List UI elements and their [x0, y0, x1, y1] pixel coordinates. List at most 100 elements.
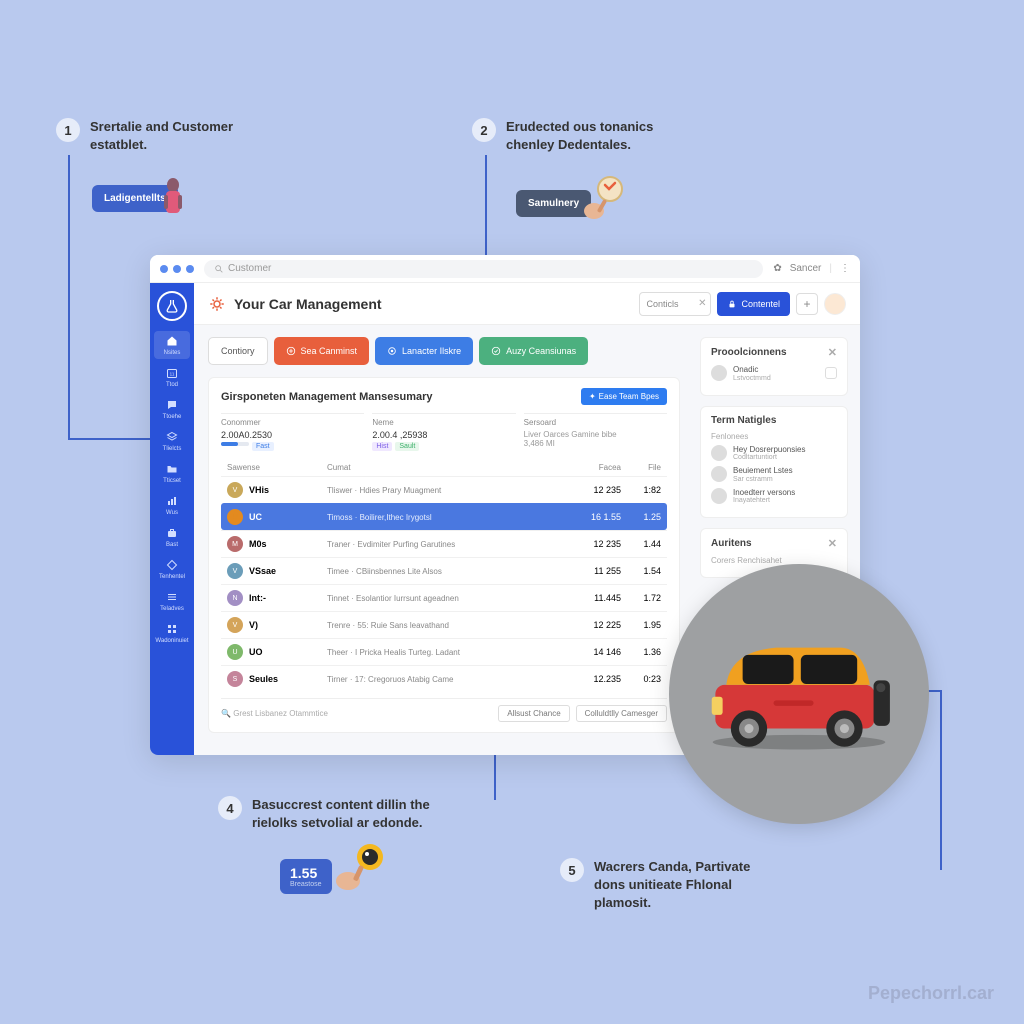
- row-desc: Tinnet · Esolantior Iurrsunt ageadnen: [327, 594, 571, 603]
- panel-title: Girsponeten Management Mansesumary: [221, 391, 433, 403]
- check-circle-icon: [491, 346, 501, 356]
- close-icon[interactable]: ✕: [828, 346, 837, 359]
- sidebar-item[interactable]: Tticset: [154, 459, 190, 487]
- svg-text:11: 11: [170, 372, 175, 377]
- filter-col[interactable]: Neme 2.00.4 ,25938 HistSault: [372, 413, 515, 451]
- grid-icon: [165, 622, 179, 636]
- list-item[interactable]: Inoedterr versonsInayatehtert: [711, 488, 837, 505]
- settings-label[interactable]: Sancer: [790, 263, 822, 274]
- action-button[interactable]: Lanacter Ilskre: [375, 337, 473, 365]
- callout-5: 5 Wacrers Canda, Partivate dons unitieat…: [560, 858, 774, 913]
- table-row[interactable]: U UO Theer · I Pricka Healis Turteg. Lad…: [221, 638, 667, 665]
- action-row: Contiory Sea Canminst Lanacter Ilskre Au…: [208, 337, 680, 365]
- callout-1: 1 Srertalie and Customer estatblet.: [56, 118, 270, 154]
- add-button[interactable]: +: [796, 293, 818, 315]
- row-desc: Tirner · 17: Cregoruos Atabig Came: [327, 675, 571, 684]
- callout-text: Erudected ous tonanics chenley Dedentale…: [506, 118, 686, 154]
- card-title: Term Natigles: [711, 415, 776, 426]
- callout-text: Srertalie and Customer estatblet.: [90, 118, 270, 154]
- callout-num: 5: [560, 858, 584, 882]
- card-title: Prooolcionnens: [711, 347, 787, 358]
- sidebar-item[interactable]: Ttoehe: [154, 395, 190, 423]
- close-icon[interactable]: ✕: [828, 537, 837, 550]
- sidebar-item[interactable]: Nsites: [154, 331, 190, 359]
- person-illustration-1: [156, 175, 190, 223]
- watermark: Pepechorrl.car: [868, 983, 994, 1004]
- row-name: UC: [249, 512, 327, 522]
- row-name: Seules: [249, 674, 327, 684]
- table-row[interactable]: M M0s Traner · Evdimiter Purfing Garutin…: [221, 530, 667, 557]
- home-icon: [165, 334, 179, 348]
- footer-button[interactable]: Allsust Chance: [498, 705, 569, 722]
- sidebar-item[interactable]: Teladves: [154, 587, 190, 615]
- table-row[interactable]: V VHis Tliswer · Hdies Prary Muagment 12…: [221, 476, 667, 503]
- lock-icon[interactable]: [825, 367, 837, 379]
- footer-search[interactable]: 🔍 Grest Lisbanez Otammtice: [221, 709, 328, 718]
- sidebar-item[interactable]: Wus: [154, 491, 190, 519]
- filter-row: Conommer 2.00A0.2530 Fast Neme 2.00.4 ,2…: [221, 413, 667, 451]
- table-row[interactable]: U UC Timoss · Boilirer,Ithec Irygotsl 16…: [221, 503, 667, 530]
- primary-button[interactable]: Contentel: [717, 292, 790, 316]
- action-button[interactable]: Auzy Ceansiunas: [479, 337, 588, 365]
- action-button[interactable]: Contiory: [208, 337, 268, 365]
- callout-text: Basuccrest content dillin the rielolks s…: [252, 796, 432, 832]
- row-desc: Traner · Evdimiter Purfing Garutines: [327, 540, 571, 549]
- row-desc: Timoss · Boilirer,Ithec Irygotsl: [327, 513, 571, 522]
- callout-num: 2: [472, 118, 496, 142]
- avatar: [711, 488, 727, 504]
- row-value: 11.445: [571, 593, 621, 603]
- clear-icon[interactable]: ✕: [698, 298, 706, 309]
- chart-icon: [165, 494, 179, 508]
- sidebar-item[interactable]: 11Ttod: [154, 363, 190, 391]
- row-desc: Timee · CBiinsbennes Lite Alsos: [327, 567, 571, 576]
- avatar: [711, 445, 727, 461]
- table-row[interactable]: N Int:- Tinnet · Esolantior Iurrsunt age…: [221, 584, 667, 611]
- sidebar-logo[interactable]: [157, 291, 187, 321]
- callout-4: 4 Basuccrest content dillin the rielolks…: [218, 796, 432, 832]
- list-item[interactable]: Hey DosrerpuonsiesCodltartuntiort: [711, 445, 837, 462]
- row-value: 12.235: [571, 674, 621, 684]
- sidebar-item[interactable]: Bast: [154, 523, 190, 551]
- row-value: 1.95: [621, 620, 661, 630]
- list-item[interactable]: Beuiement LstesSar cstramm: [711, 466, 837, 483]
- sidebar: Nsites 11Ttod Ttoehe Tlielcts Tticset Wu…: [150, 283, 194, 755]
- row-avatar: S: [227, 671, 243, 687]
- footer-button[interactable]: Colluldtlly Camesger: [576, 705, 667, 722]
- app-header: Your Car Management Conticls✕ Contentel …: [194, 283, 860, 325]
- row-value: 1.44: [621, 539, 661, 549]
- filter-col[interactable]: Conommer 2.00A0.2530 Fast: [221, 413, 364, 451]
- data-table: Sawense Cumat Facea File V VHis Tliswer …: [221, 459, 667, 692]
- hand-magnify-illustration: [580, 175, 628, 223]
- row-value: 1.36: [621, 647, 661, 657]
- lock-icon: [727, 299, 737, 309]
- action-button[interactable]: Sea Canminst: [274, 337, 370, 365]
- avatar[interactable]: [824, 293, 846, 315]
- row-desc: Trenre · 55: Ruie Sans leavathand: [327, 621, 571, 630]
- card-title: Auritens: [711, 538, 752, 549]
- traffic-lights[interactable]: [160, 265, 194, 273]
- main-panel: Girsponeten Management Mansesumary ✦Ease…: [208, 377, 680, 733]
- row-name: VSsae: [249, 566, 327, 576]
- more-icon[interactable]: ⋮: [840, 263, 850, 274]
- gear-icon: [208, 295, 226, 313]
- sidebar-item[interactable]: Tenhentel: [154, 555, 190, 583]
- row-avatar: U: [227, 509, 243, 525]
- filter-col[interactable]: Sersoard Liver Oarces Gamine bibe 3,486 …: [524, 413, 667, 451]
- sidebar-item[interactable]: Tlielcts: [154, 427, 190, 455]
- row-value: 1.25: [621, 512, 661, 522]
- panel-cta[interactable]: ✦Ease Team Bpes: [581, 388, 667, 405]
- search-input[interactable]: Conticls✕: [639, 292, 711, 316]
- table-row[interactable]: V V) Trenre · 55: Ruie Sans leavathand 1…: [221, 611, 667, 638]
- flask-icon: [164, 298, 180, 314]
- url-placeholder: Customer: [228, 263, 271, 274]
- table-row[interactable]: V VSsae Timee · CBiinsbennes Lite Alsos …: [221, 557, 667, 584]
- gear-icon[interactable]: ✿: [773, 263, 781, 274]
- avatar: [711, 466, 727, 482]
- row-name: VHis: [249, 485, 327, 495]
- table-row[interactable]: S Seules Tirner · 17: Cregoruos Atabig C…: [221, 665, 667, 692]
- right-card: Term Natigles Fenlonees Hey Dosrerpuonsi…: [700, 406, 848, 519]
- sidebar-item[interactable]: Wadoninuiet: [154, 619, 190, 647]
- row-value: 0:23: [621, 674, 661, 684]
- car-icon: [699, 634, 899, 754]
- url-bar[interactable]: Customer: [204, 260, 763, 278]
